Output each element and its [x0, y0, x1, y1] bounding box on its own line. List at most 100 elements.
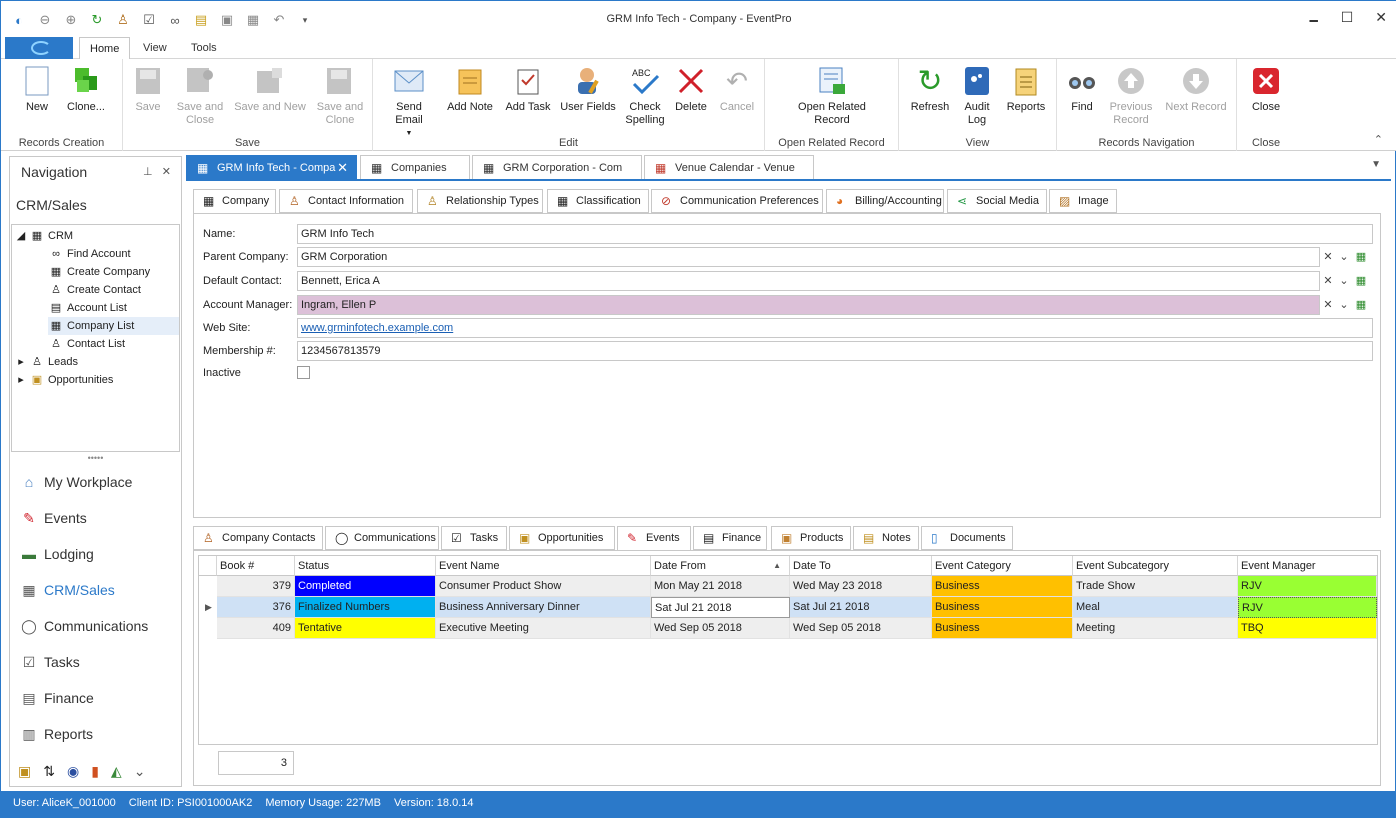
column-header-event-manager[interactable]: Event Manager: [1238, 556, 1377, 576]
tree-node-opportunities[interactable]: ▸ ▣ Opportunities: [16, 371, 113, 389]
cell-date-from[interactable]: Sat Jul 21 2018: [651, 597, 790, 618]
pin-icon[interactable]: ⊥: [143, 166, 153, 178]
next-record-button[interactable]: Next Record: [1161, 65, 1231, 114]
collapse-icon[interactable]: ◢: [16, 227, 26, 245]
tree-node-crm[interactable]: ◢ ▦ CRM: [16, 227, 73, 245]
chevron-down-icon[interactable]: ⌄: [1336, 271, 1352, 291]
cell-status[interactable]: Completed: [295, 576, 436, 597]
account-manager-input[interactable]: Ingram, Ellen P: [297, 295, 1320, 315]
lookup-icon[interactable]: ▦: [1352, 295, 1370, 315]
tab-products[interactable]: ▣ Products: [771, 526, 851, 550]
chevron-down-icon[interactable]: ⌄: [134, 763, 146, 780]
cell-event-category[interactable]: Business: [932, 618, 1073, 639]
cell-book[interactable]: 409: [217, 618, 295, 639]
cell-event-subcategory[interactable]: Meal: [1073, 597, 1238, 618]
cell-event-name[interactable]: Business Anniversary Dinner: [436, 597, 651, 618]
new-button[interactable]: New: [17, 65, 57, 114]
cell-status[interactable]: Tentative: [295, 618, 436, 639]
expand-icon[interactable]: ▸: [16, 353, 26, 371]
audit-log-button[interactable]: Audit Log: [957, 65, 997, 127]
tree-node-create-contact[interactable]: ♙ Create Contact: [48, 281, 141, 299]
tab-image[interactable]: ▨ Image: [1049, 189, 1117, 213]
arrows-updown-icon[interactable]: ⇅: [43, 763, 55, 780]
lookup-icon[interactable]: ▦: [1352, 247, 1370, 267]
nav-my-workplace[interactable]: ⌂ My Workplace: [20, 470, 133, 494]
cell-book[interactable]: 376: [217, 597, 295, 618]
column-header-event-name[interactable]: Event Name: [436, 556, 651, 576]
refresh-button[interactable]: ↻ Refresh: [907, 65, 953, 114]
column-header-book[interactable]: Book #: [217, 556, 295, 576]
nav-crm-sales[interactable]: ▦ CRM/Sales: [20, 578, 114, 602]
cell-date-from[interactable]: Mon May 21 2018: [651, 576, 790, 597]
tab-communication-preferences[interactable]: ⊘ Communication Preferences: [651, 189, 823, 213]
tree-node-find-account[interactable]: ∞ Find Account: [48, 245, 131, 263]
clear-icon[interactable]: ✕: [1320, 271, 1336, 291]
tab-documents[interactable]: ▯ Documents: [921, 526, 1013, 550]
save-and-new-button[interactable]: Save and New: [233, 65, 307, 114]
coins-icon[interactable]: ▣: [18, 763, 31, 780]
bar-chart-icon[interactable]: ▮: [91, 763, 99, 780]
column-header-event-subcategory[interactable]: Event Subcategory: [1073, 556, 1238, 576]
save-and-close-button[interactable]: Save and Close: [173, 65, 227, 127]
tab-relationship-types[interactable]: ♙ Relationship Types: [417, 189, 543, 213]
check-spelling-button[interactable]: ABC Check Spelling: [621, 65, 669, 127]
tab-social-media[interactable]: ⋖ Social Media: [947, 189, 1047, 213]
clone-button[interactable]: Clone...: [63, 65, 109, 114]
cell-book[interactable]: 379: [217, 576, 295, 597]
close-record-button[interactable]: Close: [1247, 65, 1285, 114]
tab-company-contacts[interactable]: ♙ Company Contacts: [193, 526, 323, 550]
tree-node-leads[interactable]: ▸ ♙ Leads: [16, 353, 78, 371]
delete-button[interactable]: Delete: [671, 65, 711, 114]
save-button[interactable]: Save: [131, 65, 165, 114]
nav-finance[interactable]: ▤ Finance: [20, 686, 93, 710]
column-header-event-category[interactable]: Event Category: [932, 556, 1073, 576]
close-icon[interactable]: ✕: [162, 166, 171, 178]
nav-communications[interactable]: ◯ Communications: [20, 614, 148, 638]
maximize-button[interactable]: ☐: [1341, 9, 1354, 33]
nav-reports[interactable]: ▥ Reports: [20, 722, 93, 746]
add-note-button[interactable]: Add Note: [443, 65, 497, 114]
splitter-grip[interactable]: •••••: [10, 454, 181, 463]
clear-icon[interactable]: ✕: [1320, 295, 1336, 315]
cell-date-to[interactable]: Sat Jul 21 2018: [790, 597, 932, 618]
tab-contact-information[interactable]: ♙ Contact Information: [279, 189, 413, 213]
user-fields-button[interactable]: User Fields: [559, 65, 617, 114]
send-email-button[interactable]: Send Email ▼: [381, 65, 437, 140]
tree-node-contact-list[interactable]: ♙ Contact List: [48, 335, 125, 353]
cell-event-subcategory[interactable]: Meeting: [1073, 618, 1238, 639]
file-menu-button[interactable]: [5, 37, 73, 59]
cell-event-name[interactable]: Consumer Product Show: [436, 576, 651, 597]
expand-icon[interactable]: ▸: [16, 371, 26, 389]
lookup-icon[interactable]: ▦: [1352, 271, 1370, 291]
parent-company-input[interactable]: GRM Corporation: [297, 247, 1320, 267]
web-site-input[interactable]: www.grminfotech.example.com: [297, 318, 1373, 338]
tab-notes[interactable]: ▤ Notes: [853, 526, 919, 550]
nav-tasks[interactable]: ☑ Tasks: [20, 650, 80, 674]
tab-events[interactable]: ✎ Events: [617, 526, 691, 551]
chevron-down-icon[interactable]: ⌄: [1336, 295, 1352, 315]
tab-opportunities[interactable]: ▣ Opportunities: [509, 526, 615, 550]
open-related-record-button[interactable]: Open Related Record: [787, 65, 877, 127]
find-button[interactable]: Find: [1065, 65, 1099, 114]
tab-view[interactable]: View: [133, 37, 177, 60]
save-and-clone-button[interactable]: Save and Clone: [313, 65, 367, 127]
cell-event-manager[interactable]: RJV: [1238, 576, 1377, 597]
tab-tools[interactable]: Tools: [181, 37, 227, 60]
tab-communications[interactable]: ◯ Communications: [325, 526, 439, 550]
nav-lodging[interactable]: ▬ Lodging: [20, 542, 94, 566]
cell-event-category[interactable]: Business: [932, 576, 1073, 597]
name-input[interactable]: GRM Info Tech: [297, 224, 1373, 244]
column-header-date-from[interactable]: Date From ▲: [651, 556, 790, 576]
cell-status[interactable]: Finalized Numbers: [295, 597, 436, 618]
cell-date-to[interactable]: Wed Sep 05 2018: [790, 618, 932, 639]
close-tab-icon[interactable]: ✕: [337, 156, 348, 179]
tree-node-company-list[interactable]: ▦ Company List: [48, 317, 179, 335]
cell-event-manager[interactable]: TBQ: [1238, 618, 1377, 639]
cell-event-category[interactable]: Business: [932, 597, 1073, 618]
tab-finance[interactable]: ▤ Finance: [693, 526, 767, 550]
reports-button[interactable]: Reports: [1001, 65, 1051, 114]
tab-company[interactable]: ▦ Company: [193, 189, 276, 214]
tree-node-create-company[interactable]: ▦ Create Company: [48, 263, 150, 281]
cell-date-to[interactable]: Wed May 23 2018: [790, 576, 932, 597]
tree-node-account-list[interactable]: ▤ Account List: [48, 299, 127, 317]
